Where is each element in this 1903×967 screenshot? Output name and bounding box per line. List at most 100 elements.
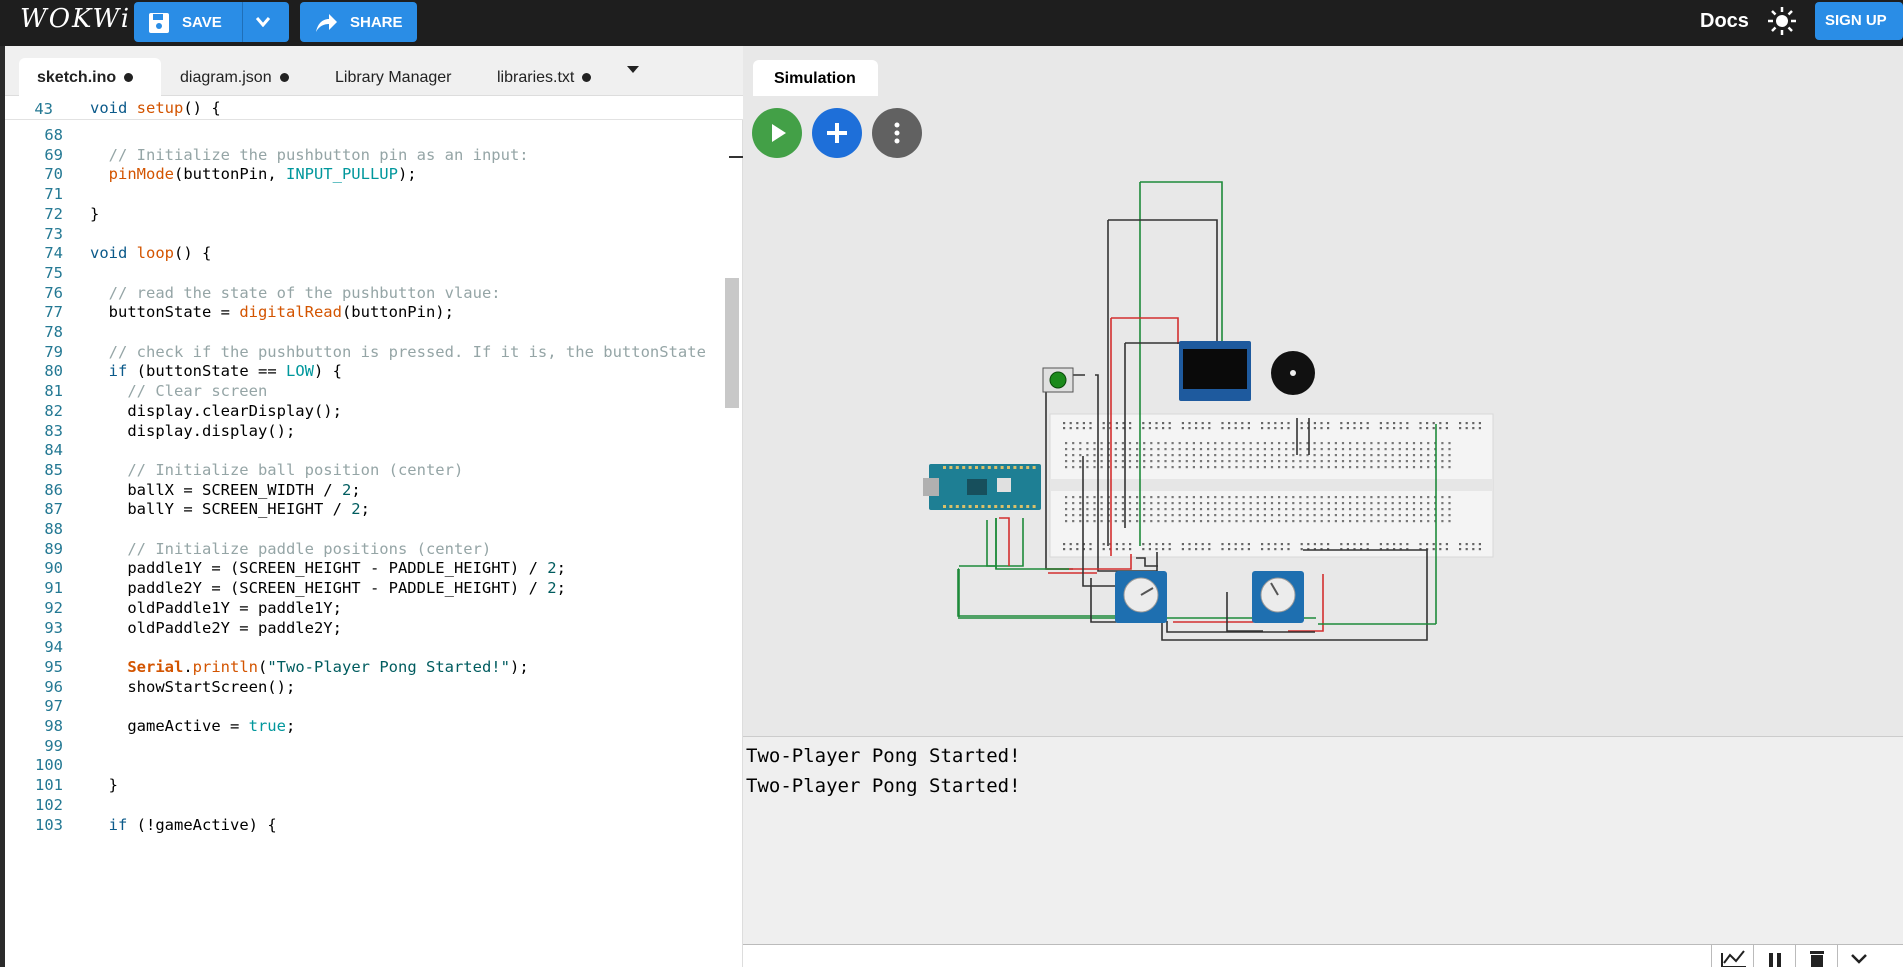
line-number: 83 bbox=[44, 421, 63, 440]
tab-library-manager[interactable]: Library Manager bbox=[335, 58, 452, 96]
tab-label: diagram.json bbox=[180, 69, 272, 86]
line-number: 99 bbox=[44, 736, 63, 755]
wires bbox=[957, 181, 1437, 641]
line-text: pinMode(buttonPin, INPUT_PULLUP); bbox=[108, 165, 417, 184]
line-number: 93 bbox=[44, 618, 63, 637]
line-number: 70 bbox=[44, 165, 63, 184]
line-text: void loop() { bbox=[90, 244, 212, 263]
line-number: 100 bbox=[35, 756, 63, 775]
share-button[interactable]: SHARE bbox=[300, 2, 417, 42]
modified-dot-icon bbox=[582, 73, 592, 83]
line-text: } bbox=[90, 776, 118, 795]
serial-input-bar[interactable] bbox=[743, 944, 1903, 967]
sticky-scroll-line[interactable]: 43 void setup() { bbox=[5, 96, 743, 120]
potentiometer-2[interactable] bbox=[1252, 571, 1304, 623]
line-text: buttonState = digitalRead(buttonPin); bbox=[90, 303, 454, 322]
line-number: 89 bbox=[44, 539, 63, 558]
line-number: 69 bbox=[44, 145, 63, 164]
plotter-button[interactable] bbox=[1711, 945, 1753, 967]
line-number: 95 bbox=[44, 657, 63, 676]
line-number: 77 bbox=[44, 303, 63, 322]
chevron-down-icon[interactable] bbox=[256, 17, 270, 27]
tab-label: libraries.txt bbox=[497, 69, 575, 86]
line-text: display.display(); bbox=[90, 421, 296, 440]
code-area[interactable]: 43 void setup() { 68 69 // Initialize the… bbox=[5, 96, 743, 967]
code-editor-panel: sketch.ino diagram.json Library Manager … bbox=[5, 46, 745, 967]
line-number: 68 bbox=[44, 126, 63, 144]
line-number: 97 bbox=[44, 697, 63, 716]
line-number: 78 bbox=[44, 323, 63, 341]
save-icon bbox=[149, 13, 169, 33]
pushbutton[interactable] bbox=[1042, 367, 1074, 393]
chevron-down-icon bbox=[1851, 954, 1867, 964]
line-number: 98 bbox=[44, 717, 63, 735]
circuit-canvas[interactable] bbox=[743, 46, 1903, 736]
tab-libraries-txt[interactable]: libraries.txt bbox=[497, 58, 592, 96]
modified-dot-icon bbox=[279, 73, 289, 83]
share-label: SHARE bbox=[350, 14, 403, 31]
top-bar: WOKWi SAVE SHARE Docs SIGN UP bbox=[0, 0, 1903, 46]
docs-link[interactable]: Docs bbox=[1700, 10, 1749, 33]
theme-toggle-sun-icon[interactable] bbox=[1767, 6, 1797, 36]
line-text: // Initialize paddle positions (center) bbox=[127, 539, 492, 558]
line-text: if (!gameActive) { bbox=[108, 815, 277, 834]
line-text: // Initialize the pushbutton pin as an i… bbox=[108, 145, 529, 164]
line-text: // Clear screen bbox=[127, 382, 268, 401]
modified-dot-icon bbox=[124, 73, 134, 83]
line-number: 74 bbox=[44, 244, 63, 263]
collapse-button[interactable] bbox=[1837, 945, 1903, 967]
line-number: 79 bbox=[44, 342, 63, 361]
line-number: 76 bbox=[44, 283, 63, 302]
line-number: 85 bbox=[44, 460, 63, 479]
line-number: 103 bbox=[35, 815, 63, 834]
signup-button[interactable]: SIGN UP bbox=[1815, 2, 1903, 40]
line-text: gameActive = true; bbox=[90, 717, 296, 735]
code-line[interactable]: 103 if (!gameActive) { bbox=[5, 816, 743, 840]
pause-button[interactable] bbox=[1753, 945, 1795, 967]
line-number: 86 bbox=[44, 480, 63, 499]
tab-sketch-ino[interactable]: sketch.ino bbox=[19, 58, 161, 96]
line-text: oldPaddle2Y = paddle2Y; bbox=[90, 618, 342, 637]
serial-line: Two-Player Pong Started! bbox=[746, 775, 1021, 797]
line-number: 84 bbox=[44, 441, 63, 460]
editor-scrollbar[interactable] bbox=[725, 278, 739, 408]
simulation-panel: Simulation bbox=[743, 46, 1903, 736]
tab-label: Library Manager bbox=[335, 69, 452, 86]
chart-line-icon bbox=[1721, 950, 1746, 967]
line-number: 75 bbox=[44, 263, 63, 282]
line-number: 94 bbox=[44, 638, 63, 657]
line-number: 81 bbox=[44, 382, 63, 401]
oled-display[interactable] bbox=[1179, 341, 1251, 401]
save-button[interactable]: SAVE bbox=[134, 2, 289, 42]
editor-tab-bar: sketch.ino diagram.json Library Manager … bbox=[5, 46, 743, 96]
line-text: ballX = SCREEN_WIDTH / 2; bbox=[90, 480, 361, 499]
line-text: paddle2Y = (SCREEN_HEIGHT - PADDLE_HEIGH… bbox=[90, 579, 566, 598]
save-label: SAVE bbox=[182, 14, 222, 31]
share-icon bbox=[316, 14, 337, 32]
line-text: void setup() { bbox=[90, 99, 221, 117]
serial-line: Two-Player Pong Started! bbox=[746, 745, 1021, 767]
line-number: 91 bbox=[44, 579, 63, 598]
potentiometer-1[interactable] bbox=[1115, 571, 1167, 623]
buzzer[interactable] bbox=[1271, 351, 1315, 395]
breadboard[interactable] bbox=[1049, 413, 1494, 558]
line-text: } bbox=[90, 204, 100, 223]
clear-button[interactable] bbox=[1795, 945, 1837, 967]
line-number: 88 bbox=[44, 520, 63, 538]
tab-label: sketch.ino bbox=[37, 69, 117, 86]
line-text: if (buttonState == LOW) { bbox=[108, 362, 342, 381]
line-text: ballY = SCREEN_HEIGHT / 2; bbox=[90, 500, 370, 519]
line-text: // read the state of the pushbutton vlau… bbox=[108, 283, 501, 302]
arduino-nano[interactable] bbox=[923, 464, 1041, 510]
wokwi-logo[interactable]: WOKWi bbox=[20, 4, 131, 34]
line-number: 80 bbox=[44, 362, 63, 381]
line-number: 92 bbox=[44, 598, 63, 617]
line-text: // check if the pushbutton is pressed. I… bbox=[108, 342, 706, 361]
tabs-overflow-chevron-icon[interactable] bbox=[627, 66, 639, 73]
line-text: oldPaddle1Y = paddle1Y; bbox=[90, 598, 342, 617]
line-number: 72 bbox=[44, 204, 63, 223]
line-number: 101 bbox=[35, 776, 63, 795]
tab-diagram-json[interactable]: diagram.json bbox=[180, 58, 289, 96]
pause-icon bbox=[1769, 953, 1781, 967]
line-number: 102 bbox=[35, 795, 63, 814]
